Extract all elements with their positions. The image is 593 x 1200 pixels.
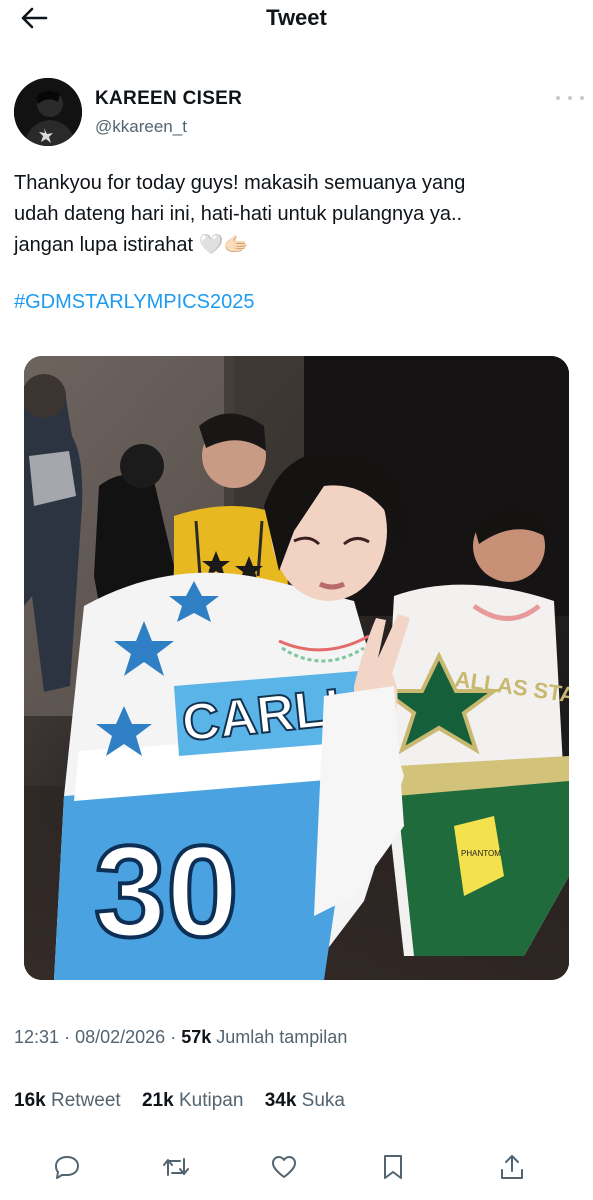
jersey-number: 30 [94, 818, 239, 964]
stat-label: Retweet [50, 1090, 121, 1111]
like-button[interactable] [269, 1152, 299, 1182]
quote-stat[interactable]: 21k Kutipan [142, 1090, 243, 1111]
stat-count: 21k [141, 1090, 174, 1111]
meta-separator: · [64, 1027, 71, 1047]
views-count: 57k [181, 1027, 212, 1047]
glove-text: PHANTOM [461, 849, 501, 858]
tweet-text: Thankyou for today guys! makasih semuany… [14, 168, 579, 261]
share-button[interactable] [497, 1152, 527, 1182]
meta-separator: · [170, 1027, 177, 1047]
tweet-photo[interactable]: ALLAS STARS PHANTOM CARLI 30 [24, 356, 569, 980]
author-name[interactable]: KAREEN CISER [95, 88, 242, 110]
tweet-line: Thankyou for today guys! makasih semuany… [14, 172, 466, 194]
share-icon [501, 1155, 523, 1179]
more-horizontal-icon [556, 96, 560, 100]
views-label: Jumlah tampilan [216, 1027, 348, 1047]
author-handle[interactable]: @kkareen_t [95, 117, 187, 137]
like-stat[interactable]: 34k Suka [265, 1090, 345, 1111]
stat-count: 34k [264, 1090, 297, 1111]
like-icon [272, 1156, 296, 1178]
tweet-meta: 12:31 · 08/02/2026 · 57k Jumlah tampilan [14, 1027, 347, 1048]
retweet-button[interactable] [161, 1152, 191, 1182]
tweet-line: jangan lupa istirahat 🤍🫱🏻 [14, 234, 249, 256]
more-options-button[interactable] [556, 90, 584, 106]
stat-count: 16k [14, 1090, 46, 1111]
tweet-date: 08/02/2026 [75, 1027, 166, 1047]
reply-button[interactable] [52, 1152, 82, 1182]
retweet-stat[interactable]: 16k Retweet [14, 1090, 121, 1111]
avatar-image [14, 78, 82, 146]
tweet-line: udah dateng hari ini, hati-hati untuk pu… [14, 203, 463, 225]
avatar[interactable] [14, 78, 82, 146]
bookmark-button[interactable] [378, 1152, 408, 1182]
stat-label: Kutipan [178, 1090, 244, 1111]
hashtag-link[interactable]: #GDMSTARLYMPICS2025 [14, 291, 254, 314]
stat-label: Suka [301, 1090, 345, 1111]
retweet-icon [163, 1158, 189, 1176]
page-title: Tweet [266, 5, 327, 30]
action-bar [0, 1146, 593, 1186]
tweet-time: 12:31 [14, 1027, 60, 1047]
tweet-stats: 16k Retweet 21k Kutipan 34k Suka [14, 1090, 361, 1112]
bookmark-icon [384, 1155, 402, 1179]
top-bar: Tweet [0, 0, 593, 40]
photo-illustration: ALLAS STARS PHANTOM CARLI 30 [24, 356, 569, 980]
reply-icon [55, 1156, 79, 1179]
